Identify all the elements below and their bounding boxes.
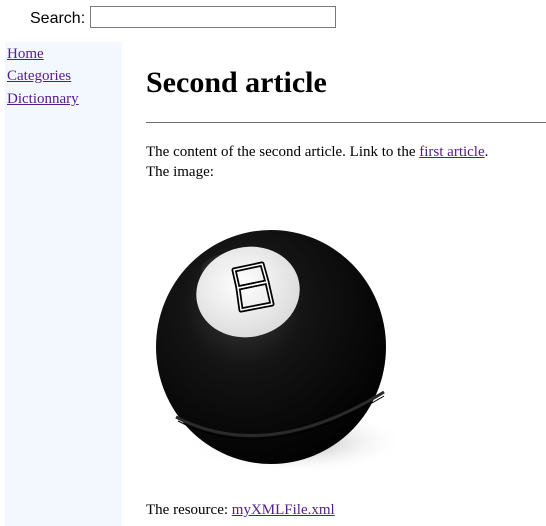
magic-8-ball-image [146, 202, 396, 492]
resource-label: The resource: [146, 502, 232, 518]
sidebar-item-categories[interactable]: Categories [7, 67, 71, 85]
resource-line: The resource: myXMLFile.xml [146, 500, 335, 520]
article-main: Second article The content of the second… [146, 42, 546, 526]
sidebar-item-dictionnary[interactable]: Dictionnary [7, 90, 79, 108]
title-divider [146, 122, 546, 123]
image-label: The image: [146, 164, 214, 180]
page-title: Second article [146, 66, 327, 99]
search-input[interactable] [90, 6, 336, 28]
sidebar-item-home[interactable]: Home [7, 45, 44, 63]
resource-file-link[interactable]: myXMLFile.xml [232, 502, 335, 518]
article-content: The content of the second article. Link … [146, 142, 488, 162]
search-bar: Search: [0, 0, 546, 38]
first-article-link[interactable]: first article [419, 144, 484, 160]
search-label: Search: [30, 10, 86, 27]
magic-8-ball-icon [156, 230, 396, 474]
article-content-period: . [484, 144, 489, 160]
sidebar: Home Categories Dictionnary [5, 42, 122, 526]
article-content-text: The content of the second article. Link … [146, 144, 420, 160]
